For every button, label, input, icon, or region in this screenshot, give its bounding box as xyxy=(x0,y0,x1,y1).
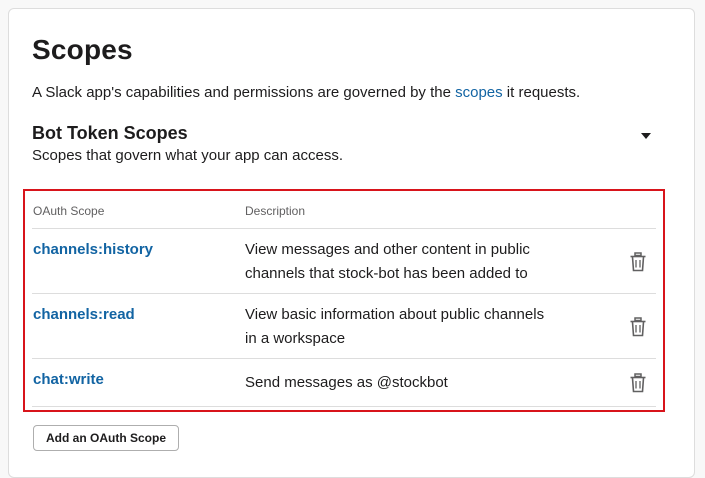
column-header-oauth-scope: OAuth Scope xyxy=(33,204,105,218)
scopes-description: A Slack app's capabilities and permissio… xyxy=(32,84,580,101)
scope-description-line: in a workspace xyxy=(245,330,346,347)
scope-name-channels-history[interactable]: channels:history xyxy=(33,241,153,258)
row-divider xyxy=(32,293,656,294)
bot-token-scopes-title: Bot Token Scopes xyxy=(32,123,188,143)
trash-icon[interactable] xyxy=(629,252,647,272)
scope-name-channels-read[interactable]: channels:read xyxy=(33,306,135,323)
row-divider xyxy=(32,358,656,359)
scope-description-line: channels that stock-bot has been added t… xyxy=(245,265,528,282)
scope-description-line: View messages and other content in publi… xyxy=(245,241,530,258)
scope-description: Send messages as @stockbot xyxy=(245,371,575,395)
trash-icon[interactable] xyxy=(629,373,647,393)
add-oauth-scope-button[interactable]: Add an OAuth Scope xyxy=(33,425,179,451)
page-title: Scopes xyxy=(32,34,133,65)
bot-token-scopes-subtitle: Scopes that govern what your app can acc… xyxy=(32,147,344,164)
description-prefix: A Slack app's capabilities and permissio… xyxy=(32,84,456,101)
trash-icon[interactable] xyxy=(629,317,647,337)
column-header-description: Description xyxy=(245,204,306,218)
scope-description: View basic information about public chan… xyxy=(245,303,575,351)
scopes-link[interactable]: scopes xyxy=(455,84,503,101)
description-suffix: it requests. xyxy=(502,84,581,101)
scope-name-chat-write[interactable]: chat:write xyxy=(33,371,104,388)
scope-description: View messages and other content in publi… xyxy=(245,238,575,286)
row-divider xyxy=(32,406,656,407)
scope-description-line: Send messages as @stockbot xyxy=(245,374,448,391)
caret-down-icon[interactable] xyxy=(638,128,654,144)
row-divider xyxy=(32,228,656,229)
scope-description-line: View basic information about public chan… xyxy=(245,306,545,323)
